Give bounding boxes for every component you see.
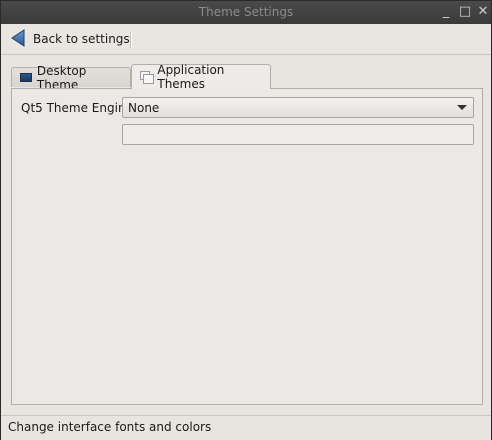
toolbar-separator: [130, 31, 132, 48]
desktop-icon: [20, 73, 32, 82]
qt5-theme-engine-label: Qt5 Theme Engine: [21, 101, 133, 115]
maximize-button[interactable]: □: [457, 4, 473, 20]
title-bar[interactable]: Theme Settings _ □ ✕: [1, 1, 491, 25]
theme-settings-window: Theme Settings _ □ ✕ Back to settings De…: [0, 0, 492, 440]
tab-application-themes-label: Application Themes: [157, 63, 225, 91]
window-title: Theme Settings: [198, 5, 294, 19]
application-windows-icon: [140, 70, 154, 84]
qt5-theme-engine-dropdown[interactable]: None: [122, 97, 474, 118]
chevron-down-icon: [457, 105, 467, 110]
theme-engine-config-field[interactable]: [122, 124, 474, 145]
arrow-left-icon: [11, 28, 25, 50]
minimize-button[interactable]: _: [438, 4, 454, 20]
application-themes-panel: Qt5 Theme Engine None: [11, 88, 483, 405]
qt5-theme-engine-value: None: [128, 101, 160, 115]
back-to-settings-button[interactable]: Back to settings: [7, 27, 136, 51]
close-button[interactable]: ✕: [475, 4, 491, 20]
status-text: Change interface fonts and colors: [8, 420, 212, 434]
tab-desktop-theme[interactable]: Desktop Theme: [11, 64, 131, 92]
tab-application-themes[interactable]: Application Themes: [131, 63, 271, 91]
back-button-label: Back to settings: [33, 32, 130, 46]
status-bar: Change interface fonts and colors: [1, 415, 491, 440]
toolbar: Back to settings: [1, 24, 491, 55]
